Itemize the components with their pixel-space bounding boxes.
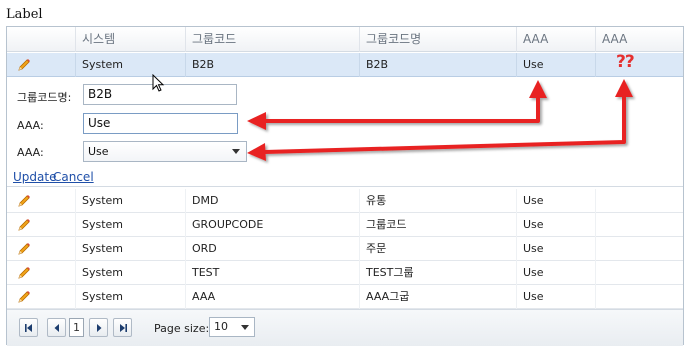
mouse-cursor-icon xyxy=(152,74,165,92)
annotation-arrows xyxy=(247,79,633,161)
arrow-to-text-input xyxy=(247,80,547,130)
